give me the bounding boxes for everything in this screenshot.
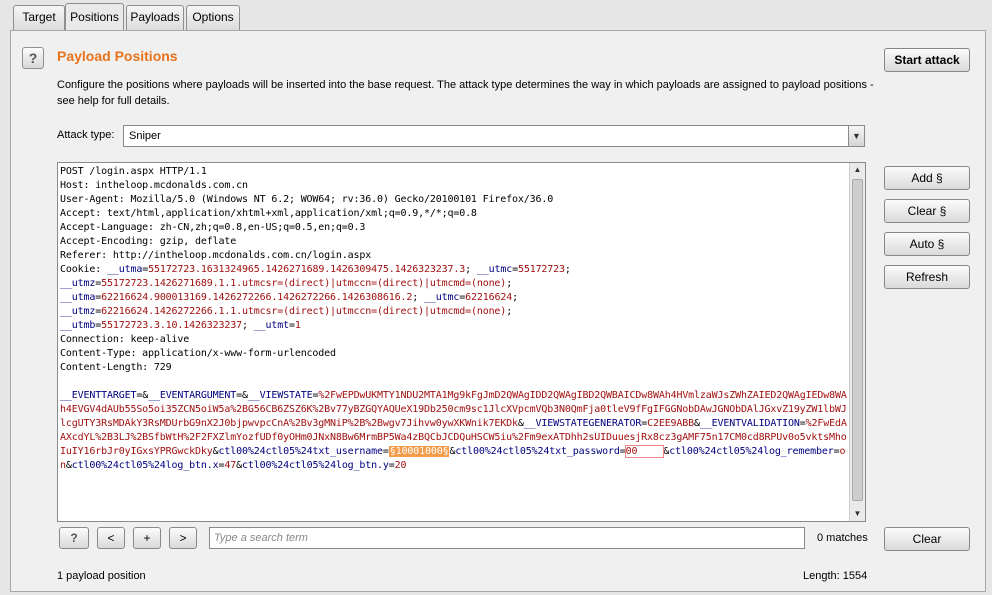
body-param-name: __EVENTVALIDATION [699, 418, 800, 429]
search-prev-button[interactable]: < [97, 527, 125, 549]
cookie-name: __utmz [60, 278, 96, 289]
cookie-name: __utmc [424, 292, 460, 303]
cookie-name: __utmz [60, 306, 96, 317]
body-param-name: ctl00%24ctl05%24txt_username [218, 446, 384, 457]
cookie-value: 1 [294, 320, 301, 331]
request-header-line: Host: intheloop.mcdonalds.com.cn [60, 180, 248, 191]
search-next-button[interactable]: > [169, 527, 197, 549]
cookie-value: 62216624.1426272266.1.1.utmcsr=(direct)|… [101, 306, 507, 317]
scroll-thumb[interactable] [852, 179, 863, 501]
cookie-separator: ; [506, 278, 513, 289]
cookie-value: 55172723.3.10.1426323237 [101, 320, 243, 331]
scroll-down-icon[interactable]: ▼ [850, 507, 865, 521]
cookie-name: __utmt [253, 320, 289, 331]
positions-panel: ? Payload Positions Configure the positi… [10, 30, 986, 592]
request-text[interactable]: POST /login.aspx HTTP/1.1 Host: intheloo… [60, 165, 850, 473]
cookie-separator: ; [506, 306, 513, 317]
add-marker-button[interactable]: Add § [884, 166, 970, 190]
body-param-value: 20 [394, 460, 407, 471]
search-options-button[interactable]: + [133, 527, 161, 549]
cookie-label: Cookie: [60, 264, 107, 275]
tab-bar: Target Positions Payloads Options [0, 0, 992, 31]
attack-type-label: Attack type: [57, 129, 115, 141]
request-header-line: User-Agent: Mozilla/5.0 (Windows NT 6.2;… [60, 194, 554, 205]
cookie-value: 62216624 [465, 292, 513, 303]
request-editor[interactable]: POST /login.aspx HTTP/1.1 Host: intheloo… [57, 162, 866, 522]
cookie-name: __utmc [476, 264, 513, 275]
body-param-name: ctl00%24ctl05%24log_btn.y [242, 460, 389, 471]
cookie-separator: ; [564, 264, 571, 275]
request-header-line: Accept-Language: zh-CN,zh;q=0.8,en-US;q=… [60, 222, 366, 233]
body-param-name: __VIEWSTATE [247, 390, 313, 401]
cookie-name: __utmb [60, 320, 96, 331]
cookie-separator: ; [242, 320, 254, 331]
tab-positions[interactable]: Positions [65, 3, 124, 31]
request-header-line: Connection: keep-alive [60, 334, 190, 345]
body-param-value: 47 [224, 460, 237, 471]
description-text: Configure the positions where payloads w… [57, 79, 874, 107]
auto-marker-button[interactable]: Auto § [884, 232, 970, 256]
cookie-separator: ; [465, 264, 477, 275]
scroll-up-icon[interactable]: ▲ [850, 163, 865, 177]
request-header-line: Content-Length: 729 [60, 362, 172, 373]
search-input[interactable]: Type a search term [209, 527, 805, 549]
body-param-eq: = [619, 446, 626, 457]
request-header-line: Accept: text/html,application/xhtml+xml,… [60, 208, 477, 219]
search-help-icon[interactable]: ? [59, 527, 89, 549]
editor-scrollbar[interactable]: ▲ ▼ [849, 163, 865, 521]
body-param-name: __EVENTARGUMENT [148, 390, 237, 401]
attack-type-select[interactable]: Sniper ▼ [123, 125, 865, 147]
start-attack-button[interactable]: Start attack [884, 48, 970, 72]
request-header-line: Content-Type: application/x-www-form-url… [60, 348, 336, 359]
body-param-name: __EVENTTARGET [60, 390, 137, 401]
body-param-eq: = [382, 446, 389, 457]
clear-search-button[interactable]: Clear [884, 527, 970, 551]
attack-type-value: Sniper [129, 130, 161, 142]
cookie-value: 55172723.1426271689.1.1.utmcsr=(direct)|… [101, 278, 507, 289]
refresh-button[interactable]: Refresh [884, 265, 970, 289]
body-param-name: __VIEWSTATEGENERATOR [523, 418, 642, 429]
body-param-name: ctl00%24ctl05%24txt_password [455, 446, 620, 457]
cookie-separator: ; [412, 292, 424, 303]
tab-options[interactable]: Options [186, 5, 240, 30]
cookie-name: __utma [106, 264, 143, 275]
cookie-value: 55172723.1631324965.1426271689.142630947… [148, 264, 466, 275]
help-icon[interactable]: ? [22, 47, 44, 69]
tab-payloads[interactable]: Payloads [126, 5, 184, 30]
cookie-name: __utma [60, 292, 96, 303]
body-param-value: C2EE9ABB [647, 418, 695, 429]
clear-marker-button[interactable]: Clear § [884, 199, 970, 223]
request-length: Length: 1554 [803, 570, 868, 582]
request-header-line: POST /login.aspx HTTP/1.1 [60, 166, 207, 177]
body-param-name: ctl00%24ctl05%24log_btn.x [71, 460, 219, 471]
chevron-down-icon[interactable]: ▼ [848, 126, 864, 146]
cookie-value: 55172723 [517, 264, 565, 275]
payload-position-count: 1 payload position [57, 570, 146, 582]
page-title: Payload Positions [57, 48, 178, 64]
cookie-separator: ; [512, 292, 518, 303]
request-header-line: Referer: http://intheloop.mcdonalds.com.… [60, 250, 372, 261]
payload-position-marker: §10001000§ [388, 446, 450, 457]
match-count: 0 matches [817, 532, 868, 544]
body-param-value: 00 [624, 445, 665, 458]
cookie-value: 62216624.900013169.1426272266.1426272266… [101, 292, 413, 303]
tab-target[interactable]: Target [13, 5, 65, 30]
request-header-line: Accept-Encoding: gzip, deflate [60, 236, 237, 247]
body-param-name: ctl00%24ctl05%24log_remember [669, 446, 834, 457]
